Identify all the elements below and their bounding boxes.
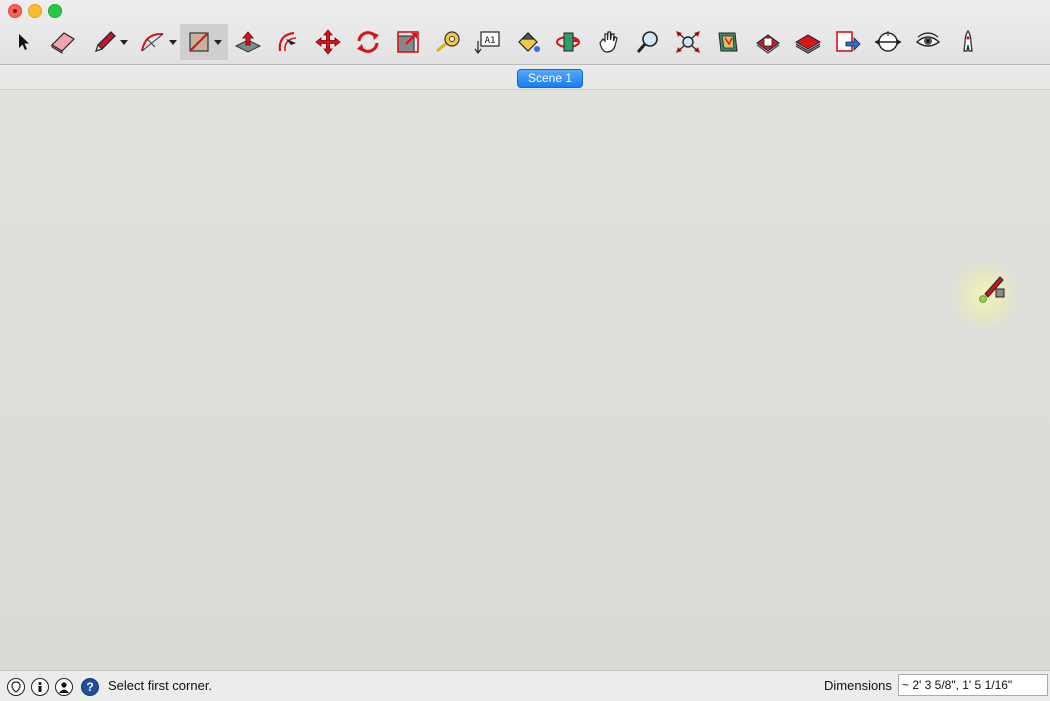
walk-tool-button[interactable]: [954, 24, 982, 60]
zoom-extents-icon: [676, 31, 700, 53]
scene-tab-1[interactable]: Scene 1: [517, 69, 583, 88]
dimensions-field[interactable]: ~ 2' 3 5/8", 1' 5 1/16": [898, 674, 1048, 696]
minimize-window-button[interactable]: [28, 4, 42, 18]
tape-measure-tool-button[interactable]: [434, 24, 462, 60]
status-message: Select first corner.: [108, 678, 213, 693]
rectangle-tool-menu-caret[interactable]: [214, 39, 222, 45]
send-to-layout-tool-button[interactable]: [834, 24, 862, 60]
geo-location-icon[interactable]: [7, 678, 25, 696]
rectangle-tool-button[interactable]: [180, 24, 228, 60]
text-icon: A1: [474, 31, 500, 54]
text-tool-glyph: A1: [485, 36, 496, 46]
move-icon: [315, 29, 341, 55]
toolbar-area: A1: [0, 0, 1050, 65]
hand-icon: [599, 31, 618, 53]
layout-tool-button[interactable]: [794, 24, 822, 60]
push-pull-icon: [234, 31, 262, 53]
warehouse-icon: [718, 32, 738, 52]
position-camera-icon: [875, 31, 901, 52]
move-tool-button[interactable]: [314, 24, 342, 60]
credits-icon[interactable]: [31, 678, 49, 696]
pencil-icon: [95, 31, 116, 52]
extension-icon: [756, 34, 780, 54]
pan-tool-button[interactable]: [594, 24, 622, 60]
zoom-extents-tool-button[interactable]: [674, 24, 702, 60]
arrow-cursor-icon: [19, 34, 29, 50]
tape-measure-icon: [436, 31, 460, 53]
eraser-icon: [51, 32, 75, 54]
look-around-tool-button[interactable]: [914, 24, 942, 60]
paint-bucket-tool-button[interactable]: [514, 24, 542, 60]
select-tool-button[interactable]: [12, 24, 36, 60]
arc-tool-menu-caret[interactable]: [169, 39, 177, 45]
offset-tool-button[interactable]: [274, 24, 302, 60]
user-icon[interactable]: [55, 678, 73, 696]
scale-icon: [397, 31, 419, 53]
eraser-tool-button[interactable]: [48, 24, 78, 60]
rectangle-icon: [189, 32, 209, 52]
scale-tool-button[interactable]: [394, 24, 422, 60]
status-bar: ? Select first corner. Dimensions ~ 2' 3…: [0, 670, 1050, 701]
orbit-icon: [556, 32, 580, 52]
layout-icon: [795, 34, 821, 54]
line-tool-menu-caret[interactable]: [120, 39, 128, 45]
paint-bucket-icon: [518, 32, 540, 52]
offset-icon: [278, 31, 297, 52]
text-tool-button[interactable]: A1: [474, 24, 502, 60]
drawing-viewport[interactable]: [0, 90, 1050, 670]
rectangle-cursor-icon: [979, 276, 1005, 303]
push-pull-tool-button[interactable]: [234, 24, 262, 60]
arc-tool-button[interactable]: [138, 24, 178, 60]
send-icon: [836, 31, 861, 52]
zoom-tool-button[interactable]: [634, 24, 662, 60]
orbit-tool-button[interactable]: [554, 24, 582, 60]
dimensions-label: Dimensions: [824, 678, 892, 693]
warehouse-tool-button[interactable]: [714, 24, 742, 60]
maximize-window-button[interactable]: [48, 4, 62, 18]
position-camera-tool-button[interactable]: [874, 24, 902, 60]
help-icon[interactable]: ?: [81, 678, 99, 696]
magnifier-icon: [636, 31, 658, 53]
walk-icon: [963, 29, 973, 52]
eye-icon: [915, 32, 941, 47]
scene-tabs-bar: Scene 1: [0, 65, 1050, 90]
rectangle-cursor: [976, 272, 1008, 309]
close-window-button[interactable]: [8, 4, 22, 18]
rotate-tool-button[interactable]: [354, 24, 382, 60]
line-tool-button[interactable]: [90, 24, 130, 60]
arc-icon: [141, 32, 164, 52]
rotate-icon: [357, 31, 379, 53]
extension-warehouse-tool-button[interactable]: [754, 24, 782, 60]
